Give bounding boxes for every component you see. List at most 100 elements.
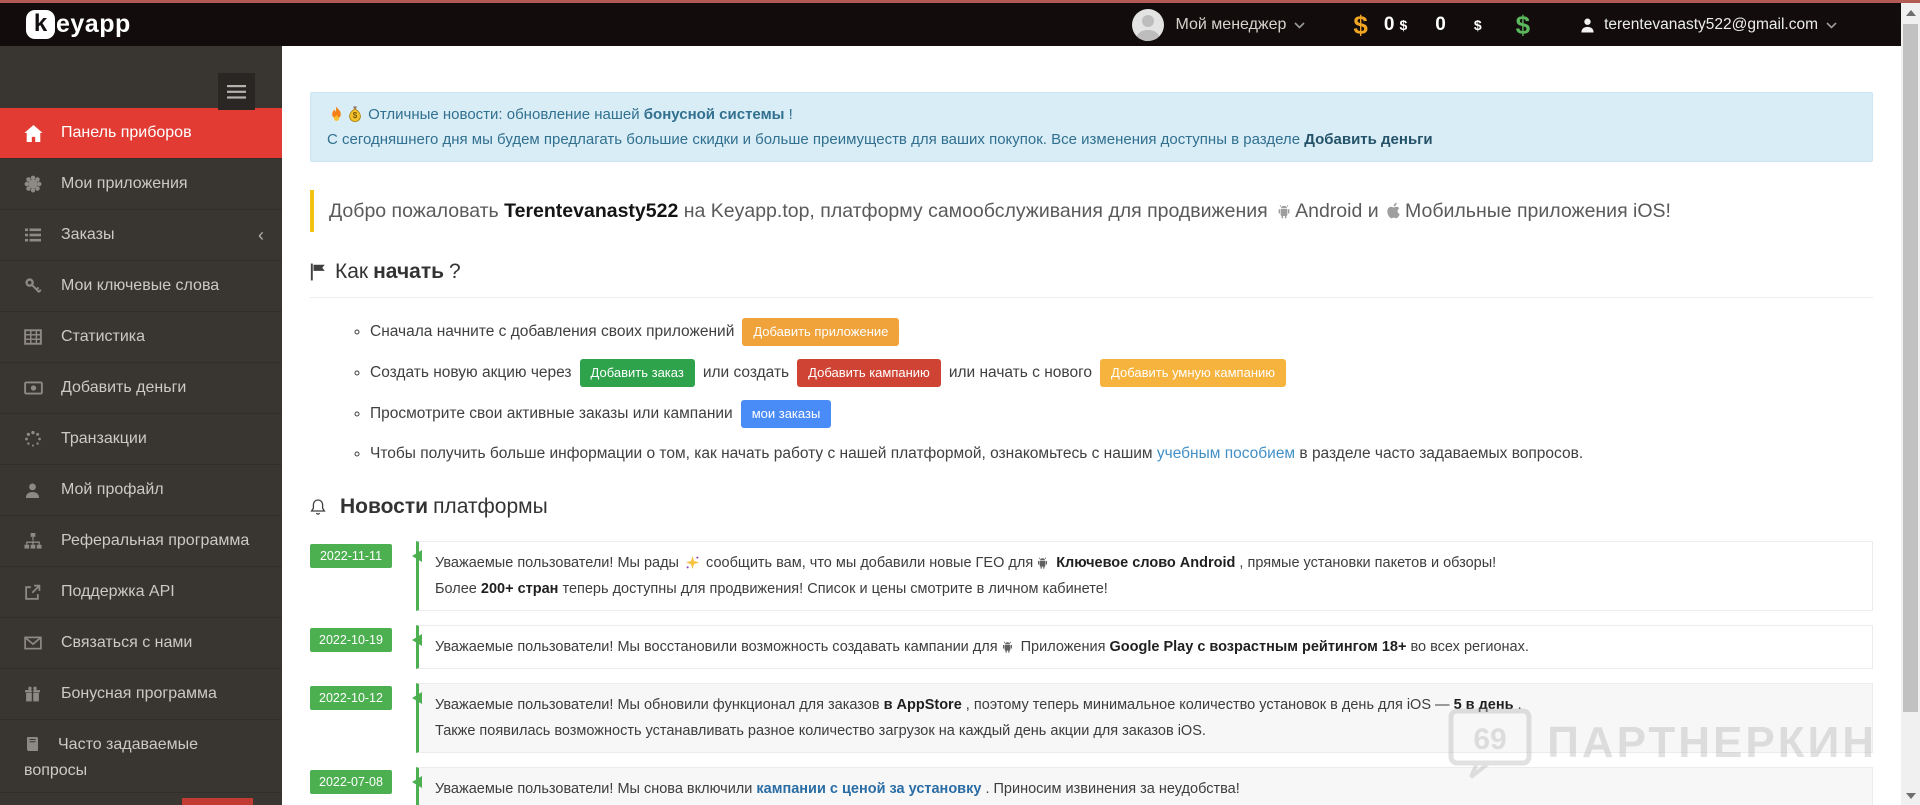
bonus-dollar-icon[interactable]: $ [1516, 12, 1530, 38]
alert-add-money-link[interactable]: Добавить деньги [1304, 131, 1432, 148]
flag-icon [310, 263, 326, 281]
news-item: 2022-11-11 Уважаемые пользователи! Мы ра… [310, 541, 1873, 611]
orders-list-icon [24, 227, 44, 243]
balance-amount: 0 [1383, 13, 1395, 35]
sidebar-toggle-button[interactable] [218, 73, 255, 110]
news-date-badge: 2022-10-12 [310, 686, 392, 710]
username: Terentevanasty522 [504, 200, 679, 222]
sidebar-nav: Панель приборов Мои приложения Заказы ‹ … [0, 108, 282, 793]
account-menu[interactable]: terentevanasty522@gmail.com [1580, 16, 1837, 34]
svg-text:$: $ [353, 111, 358, 120]
sidebar-item-api-support[interactable]: Поддержка API [0, 567, 282, 618]
sidebar-item-contact[interactable]: Связаться с нами [0, 618, 282, 669]
android-icon [1035, 555, 1050, 570]
bonus-news-alert: $ Отличные новости: обновление нашей бон… [310, 92, 1873, 162]
manager-avatar [1131, 8, 1164, 41]
envelope-icon [24, 636, 44, 650]
user-icon [1581, 18, 1594, 32]
news-item: 2022-10-12 Уважаемые пользователи! Мы об… [310, 683, 1873, 753]
balances: $ 0 $ 0 $ $ [1353, 12, 1530, 38]
hamburger-icon [227, 84, 246, 99]
avatar-person-icon [1135, 14, 1160, 41]
how-to-list: Сначала начните с добавления своих прило… [310, 318, 1873, 467]
keyapp-logo[interactable]: k eyapp [26, 10, 131, 39]
table-icon [24, 329, 44, 345]
sidebar-bottom-stub [182, 798, 253, 805]
how-to-start-heading: Как начать? [310, 260, 1873, 284]
manager-menu[interactable]: Мой менеджер [1131, 8, 1306, 41]
how-to-item-view-orders: Просмотрите свои активные заказы или кам… [370, 400, 1873, 428]
sidebar-item-keywords[interactable]: Мои ключевые слова [0, 261, 282, 312]
android-icon [1000, 639, 1015, 654]
news-date-badge: 2022-10-19 [310, 628, 392, 652]
how-to-item-learn-more: Чтобы получить больше информации о том, … [370, 441, 1873, 467]
news-body: Уважаемые пользователи! Мы снова включил… [412, 767, 1873, 805]
how-to-item-create-promo: Создать новую акцию черезДобавить закази… [370, 359, 1873, 387]
tutorial-link[interactable]: учебным пособием [1157, 445, 1295, 462]
sidebar-item-referral[interactable]: Реферальная программа [0, 516, 282, 567]
apple-icon [1386, 202, 1403, 220]
balance-currency: $ [1399, 16, 1408, 33]
alert-line-2: С сегодняшнего дня мы будем предлагать б… [327, 131, 1433, 148]
moneybag-icon: $ [348, 106, 362, 122]
how-to-item-add-app: Сначала начните с добавления своих прило… [370, 318, 1873, 346]
book-icon [24, 736, 44, 752]
profile-user-icon [24, 482, 44, 499]
bell-icon [310, 498, 326, 517]
topbar: k eyapp Мой менеджер $ 0 $ 0 $ $ terente… [0, 3, 1901, 46]
account-email: terentevanasty522@gmail.com [1604, 15, 1818, 33]
sidebar-item-orders[interactable]: Заказы ‹ [0, 210, 282, 261]
page-scrollbar[interactable] [1901, 3, 1920, 805]
add-campaign-button[interactable]: Добавить кампанию [797, 359, 941, 387]
sidebar: Панель приборов Мои приложения Заказы ‹ … [0, 46, 282, 805]
triangle-up-icon [1905, 9, 1916, 16]
bonus-amount: 0 [1435, 13, 1446, 35]
news-date-badge: 2022-07-08 [310, 770, 392, 794]
news-body: Уважаемые пользователи! Мы обновили функ… [412, 683, 1873, 753]
sidebar-item-statistics[interactable]: Статистика [0, 312, 282, 363]
sidebar-item-profile[interactable]: Мой профайл [0, 465, 282, 516]
page-top-accent-line [0, 0, 1920, 3]
chevron-left-icon: ‹ [258, 224, 264, 245]
scroll-up-button[interactable] [1901, 3, 1920, 22]
add-money-dollar-icon[interactable]: $ [1353, 12, 1367, 38]
android-icon [1275, 202, 1293, 220]
key-icon [24, 277, 44, 295]
welcome-banner: Добро пожаловать Terentevanasty522 на Ke… [310, 190, 1873, 232]
sidebar-item-bonus[interactable]: Бонусная программа [0, 669, 282, 720]
gift-icon [24, 686, 44, 703]
news-item: 2022-10-19 Уважаемые пользователи! Мы во… [310, 625, 1873, 669]
sidebar-item-transactions[interactable]: Транзакции [0, 414, 282, 465]
triangle-down-icon [1905, 792, 1916, 799]
home-icon [24, 124, 44, 142]
logo-text: eyapp [56, 10, 131, 38]
news-date-badge: 2022-11-11 [310, 544, 392, 568]
bonus-currency: $ [1473, 16, 1482, 33]
news-body: Уважаемые пользователи! Мы рады сообщить… [412, 541, 1873, 611]
my-orders-button[interactable]: мои заказы [740, 400, 832, 428]
manager-label: Мой менеджер [1175, 15, 1287, 33]
sitemap-icon [24, 533, 44, 549]
add-application-button[interactable]: Добавить приложение [742, 318, 900, 346]
logo-k-icon: k [26, 10, 55, 39]
sidebar-item-add-money[interactable]: Добавить деньги [0, 363, 282, 414]
banknote-icon [24, 381, 44, 395]
news-list: 2022-11-11 Уважаемые пользователи! Мы ра… [310, 541, 1873, 805]
platform-news-heading: Новости платформы [310, 495, 1873, 519]
scroll-down-button[interactable] [1901, 786, 1920, 805]
sidebar-item-faq[interactable]: Часто задаваемые вопросы [0, 720, 282, 793]
add-smart-campaign-button[interactable]: Добавить умную кампанию [1100, 359, 1287, 387]
scrollbar-thumb[interactable] [1903, 24, 1918, 712]
alert-line-1: $ Отличные новости: обновление нашей бон… [327, 102, 1856, 127]
chevron-down-icon [1826, 16, 1837, 34]
heading-divider [310, 297, 1873, 298]
fire-icon [329, 106, 344, 122]
add-order-button[interactable]: Добавить заказ [579, 359, 695, 387]
spinner-icon [24, 430, 44, 448]
external-link-icon [24, 584, 44, 601]
sparkle-icon [685, 555, 700, 570]
sidebar-item-dashboard[interactable]: Панель приборов [0, 108, 282, 159]
apps-icon [24, 175, 44, 193]
cpi-campaigns-link[interactable]: кампании с ценой за установку [756, 781, 981, 797]
sidebar-item-my-apps[interactable]: Мои приложения [0, 159, 282, 210]
